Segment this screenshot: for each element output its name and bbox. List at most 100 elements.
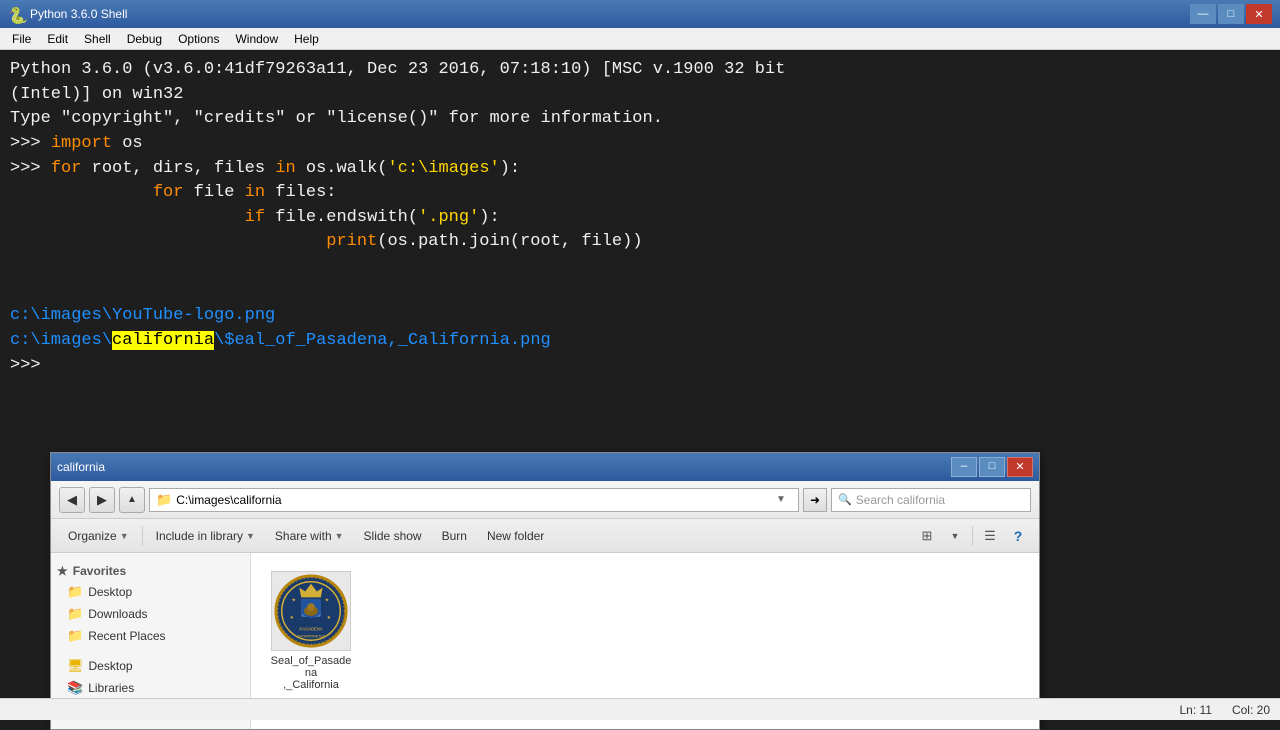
shell-import-line: >>> import os	[10, 132, 1270, 157]
files-var: files:	[265, 183, 336, 202]
svg-text:INCORPORATED: INCORPORATED	[297, 635, 326, 639]
help-button[interactable]: ?	[1005, 523, 1031, 549]
back-button[interactable]: ◀	[59, 487, 85, 513]
search-icon: 🔍	[838, 493, 852, 506]
explorer-title: california	[57, 460, 105, 474]
address-dropdown-icon[interactable]: ▼	[776, 494, 792, 505]
search-box[interactable]: 🔍 Search california	[831, 488, 1031, 512]
sidebar-item-desktop[interactable]: 📁 Desktop	[51, 581, 250, 603]
recent-folder-icon: 📁	[67, 628, 83, 644]
prompt-2: >>>	[10, 159, 51, 178]
svg-text:★: ★	[327, 615, 332, 621]
output-line1: c:\images\YouTube-logo.png	[10, 304, 1270, 329]
libraries-icon: 📚	[67, 680, 83, 696]
explorer-title-buttons: — □ ✕	[951, 457, 1033, 477]
explorer-minimize-button[interactable]: —	[951, 457, 977, 477]
address-folder-icon: 📁	[156, 492, 172, 508]
cmd-separator-1	[142, 526, 143, 546]
maximize-button[interactable]: □	[1218, 4, 1244, 24]
explorer-maximize-button[interactable]: □	[979, 457, 1005, 477]
include-library-button[interactable]: Include in library ▼	[147, 523, 264, 549]
keyword-in2: in	[245, 183, 265, 202]
include-library-label: Include in library	[156, 529, 243, 543]
burn-label: Burn	[442, 529, 467, 543]
status-bar: Ln: 11 Col: 20	[0, 698, 1280, 720]
for-colon: ):	[500, 159, 520, 178]
output-youtube: c:\images\YouTube-logo.png	[10, 306, 275, 325]
address-text: C:\images\california	[176, 493, 772, 507]
sidebar-downloads-label: Downloads	[88, 607, 147, 621]
sidebar-item-desktop-root[interactable]: 🖥 Desktop	[51, 655, 250, 677]
favorites-header: ★ Favorites	[51, 561, 250, 581]
output-line2: c:\images\california\$eal_of_Pasadena,_C…	[10, 329, 1270, 354]
menu-options[interactable]: Options	[170, 30, 227, 48]
shell-for-inner: for file in files:	[10, 181, 1270, 206]
menu-shell[interactable]: Shell	[76, 30, 119, 48]
shell-print-line: print(os.path.join(root, file))	[10, 230, 1270, 255]
sidebar-item-recent-places[interactable]: 📁 Recent Places	[51, 625, 250, 647]
explorer-close-button[interactable]: ✕	[1007, 457, 1033, 477]
forward-button[interactable]: ▶	[89, 487, 115, 513]
file-item-seal[interactable]: ★ ★ ★ ★ PASADENA INCORPORATED Seal_of_Pa…	[261, 563, 361, 699]
organize-label: Organize	[68, 529, 117, 543]
downloads-folder-icon: 📁	[67, 606, 83, 622]
shell-if-line: if file.endswith('.png'):	[10, 206, 1270, 231]
sidebar-desktop-label: Desktop	[88, 585, 132, 599]
explorer-commands: Organize ▼ Include in library ▼ Share wi…	[51, 519, 1039, 553]
burn-button[interactable]: Burn	[433, 523, 476, 549]
menu-file[interactable]: File	[4, 30, 39, 48]
menu-debug[interactable]: Debug	[119, 30, 170, 48]
details-pane-button[interactable]: ☰	[977, 523, 1003, 549]
desktop-root-icon: 🖥	[67, 658, 84, 674]
sidebar-recent-label: Recent Places	[88, 629, 165, 643]
explorer-toolbar: ◀ ▶ ▲ 📁 C:\images\california ▼ ➜ 🔍 Searc…	[51, 481, 1039, 519]
minimize-button[interactable]: —	[1190, 4, 1216, 24]
title-bar-buttons: — □ ✕	[1190, 4, 1272, 24]
view-dropdown-button[interactable]: ▼	[942, 523, 968, 549]
status-line: Ln: 11	[1179, 703, 1211, 717]
svg-text:PASADENA: PASADENA	[299, 627, 322, 633]
print-args: (os.path.join(root, file))	[377, 232, 642, 251]
os-walk: os.walk(	[296, 159, 388, 178]
menu-help[interactable]: Help	[286, 30, 327, 48]
if-colon: ):	[479, 208, 499, 227]
slideshow-button[interactable]: Slide show	[355, 523, 431, 549]
up-button[interactable]: ▲	[119, 487, 145, 513]
keyword-in1: in	[275, 159, 295, 178]
blank-line	[10, 255, 1270, 280]
share-with-button[interactable]: Share with ▼	[266, 523, 353, 549]
view-medium-button[interactable]: ⊞	[914, 523, 940, 549]
file-thumbnail-seal: ★ ★ ★ ★ PASADENA INCORPORATED	[271, 571, 351, 651]
for-indent	[10, 183, 153, 202]
shell-area[interactable]: Python 3.6.0 (v3.6.0:41df79263a11, Dec 2…	[0, 50, 1280, 490]
shell-header-line2: (Intel)] on win32	[10, 83, 1270, 108]
organize-button[interactable]: Organize ▼	[59, 523, 138, 549]
new-folder-label: New folder	[487, 529, 544, 543]
close-button[interactable]: ✕	[1246, 4, 1272, 24]
keyword-for2: for	[153, 183, 184, 202]
svg-text:★: ★	[290, 615, 295, 621]
menu-window[interactable]: Window	[227, 30, 286, 48]
slideshow-label: Slide show	[364, 529, 422, 543]
shell-header-line1: Python 3.6.0 (v3.6.0:41df79263a11, Dec 2…	[10, 58, 1270, 83]
prompt-1: >>>	[10, 134, 51, 153]
menu-edit[interactable]: Edit	[39, 30, 76, 48]
favorites-label: Favorites	[73, 564, 126, 578]
file-name-seal: Seal_of_Pasadena,_California	[269, 655, 353, 691]
new-folder-button[interactable]: New folder	[478, 523, 553, 549]
sidebar-item-libraries[interactable]: 📚 Libraries	[51, 677, 250, 699]
star-icon: ★	[57, 564, 68, 578]
title-bar: 🐍 Python 3.6.0 Shell — □ ✕	[0, 0, 1280, 28]
output-path-pre: c:\images\	[10, 331, 112, 350]
string-png: '.png'	[418, 208, 479, 227]
for-vars: root, dirs, files	[81, 159, 275, 178]
if-indent	[10, 208, 245, 227]
string-path: 'c:\images'	[388, 159, 500, 178]
address-go-button[interactable]: ➜	[803, 488, 827, 512]
seal-svg: ★ ★ ★ ★ PASADENA INCORPORATED	[272, 572, 350, 650]
share-with-label: Share with	[275, 529, 332, 543]
sidebar-item-downloads[interactable]: 📁 Downloads	[51, 603, 250, 625]
address-bar[interactable]: 📁 C:\images\california ▼	[149, 488, 799, 512]
python-icon: 🐍	[8, 6, 24, 22]
svg-text:★: ★	[292, 597, 297, 603]
